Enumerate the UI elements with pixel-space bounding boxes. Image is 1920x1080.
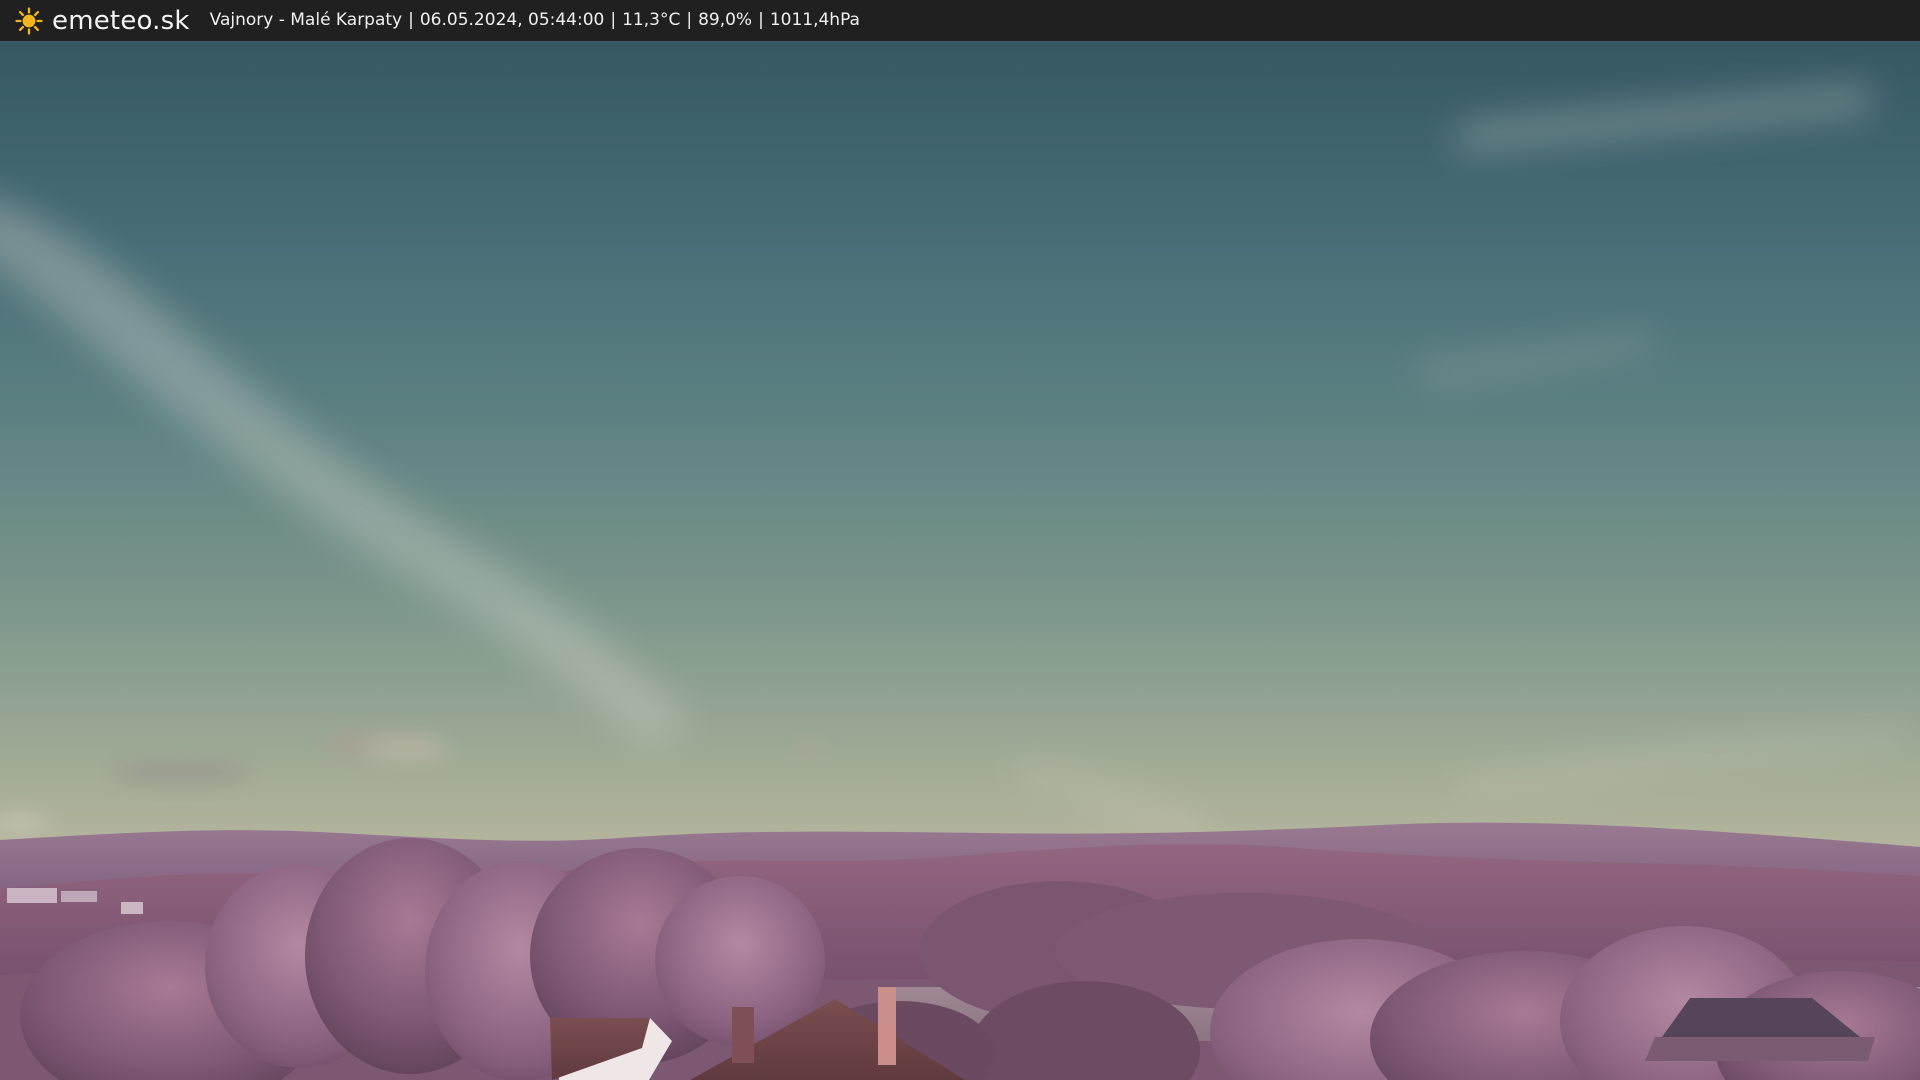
sun-icon <box>14 6 44 36</box>
separator: | <box>758 10 764 30</box>
humidity-value: 89,0% <box>698 10 753 30</box>
temperature-value: 11,3°C <box>622 10 681 30</box>
location-label: Vajnory - Malé Karpaty <box>209 10 403 30</box>
webcam-viewer: emeteo.sk Vajnory - Malé Karpaty | 06.05… <box>0 0 1920 1080</box>
top-info-bar: emeteo.sk Vajnory - Malé Karpaty | 06.05… <box>0 0 1920 41</box>
separator: | <box>610 10 617 30</box>
pressure-value: 1011,4hPa <box>769 10 860 30</box>
webcam-image <box>0 41 1920 1080</box>
brand-logo: emeteo.sk <box>0 0 210 41</box>
separator: | <box>686 10 693 30</box>
brand-name: emeteo.sk <box>52 5 190 36</box>
timestamp: 06.05.2024, 05:44:00 <box>419 10 605 30</box>
house-left <box>550 1018 672 1080</box>
weather-caption: Vajnory - Malé Karpaty | 06.05.2024, 05:… <box>210 12 860 29</box>
separator: | <box>408 10 414 30</box>
